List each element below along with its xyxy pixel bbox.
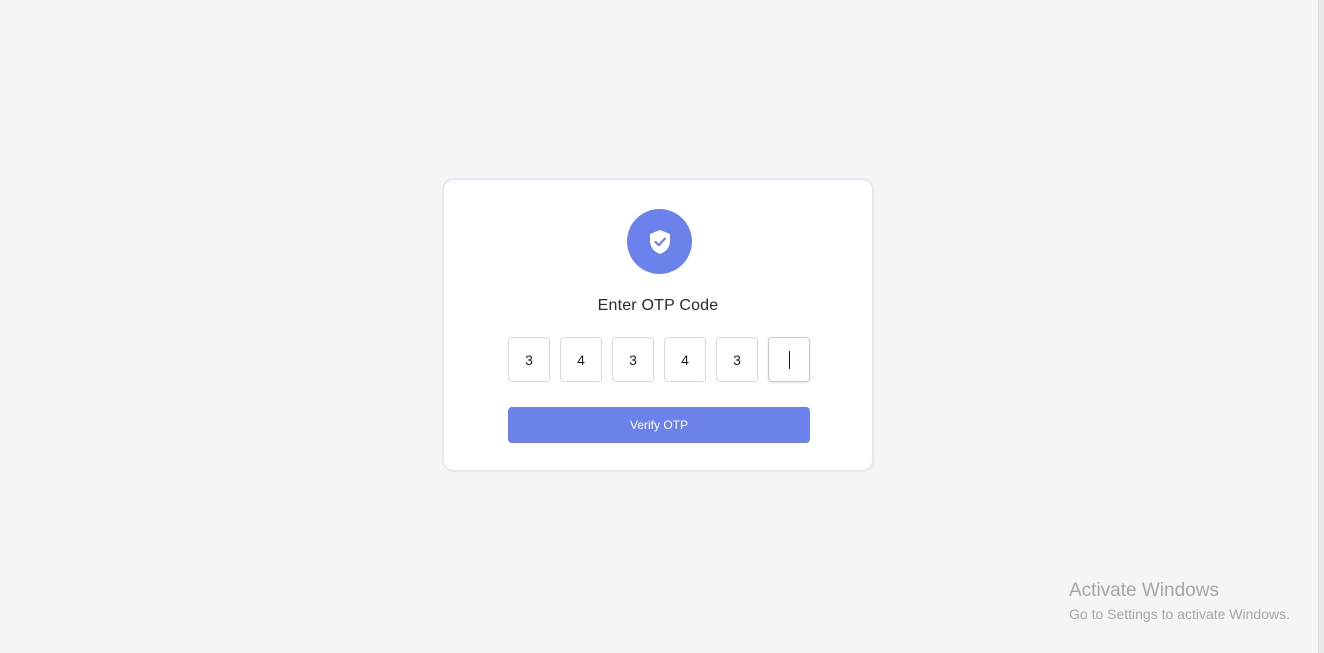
activation-watermark: Activate Windows Go to Settings to activ… [1069,580,1290,624]
shield-badge [627,209,692,274]
otp-digit-5[interactable]: 3 [716,337,758,382]
watermark-title: Activate Windows [1069,580,1219,601]
page-background: Enter OTP Code 3 4 3 4 3 Verify OTP Acti… [0,0,1319,653]
text-caret [788,350,790,369]
otp-digit-4[interactable]: 4 [664,337,706,382]
shield-check-icon [649,229,670,254]
watermark-subtitle: Go to Settings to activate Windows. [1069,606,1290,622]
page-title: Enter OTP Code [597,297,719,314]
verify-otp-button[interactable]: Verify OTP [508,407,810,443]
otp-digit-6[interactable] [768,337,810,382]
otp-digit-3[interactable]: 3 [612,337,654,382]
otp-input-row: 3 4 3 4 3 [508,337,810,382]
otp-card: Enter OTP Code 3 4 3 4 3 Verify OTP [442,178,874,472]
otp-digit-2[interactable]: 4 [560,337,602,382]
otp-digit-1[interactable]: 3 [508,337,550,382]
